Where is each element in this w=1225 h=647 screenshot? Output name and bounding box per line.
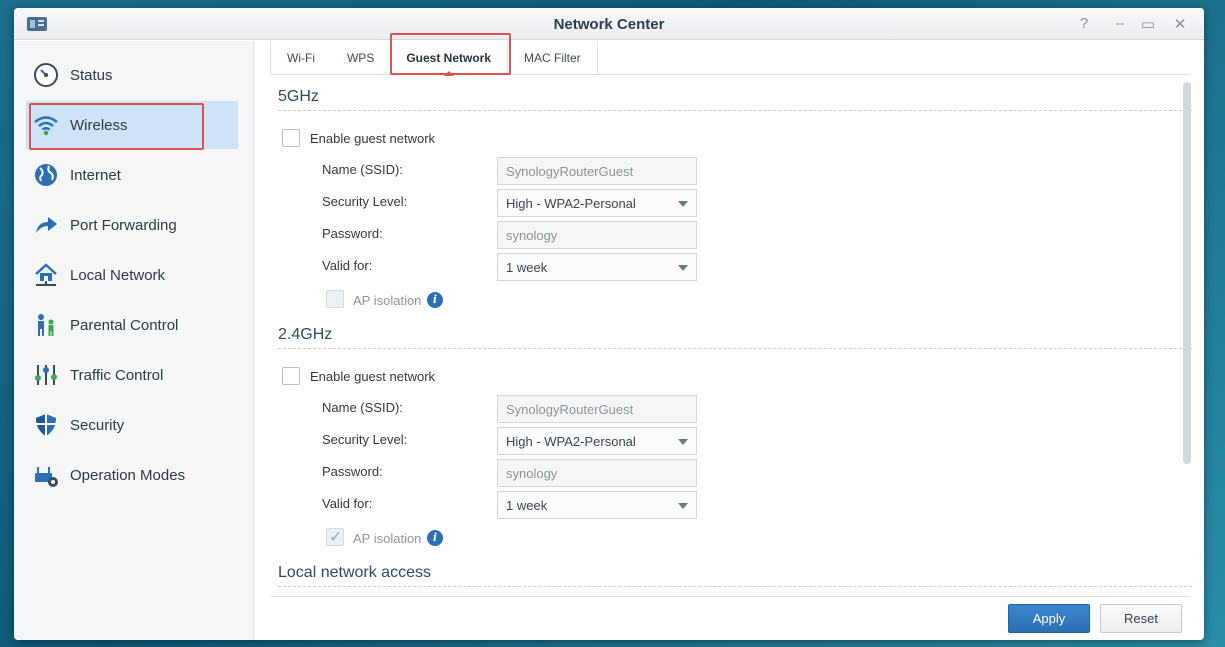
enable-guest-label-5ghz: Enable guest network [310,131,436,146]
ssid-input-5ghz[interactable]: SynologyRouterGuest [497,157,697,185]
footer-bar: Apply Reset [270,596,1190,640]
help-button[interactable]: ? [1075,15,1093,32]
shield-icon [33,412,59,438]
tab-wps[interactable]: WPS [331,41,390,75]
checkmark-icon: ✓ [329,529,343,546]
info-icon[interactable]: i [427,530,443,546]
info-icon[interactable]: i [427,292,443,308]
ap-isolation-label-24ghz: AP isolation [353,531,422,546]
content-scrollbar[interactable] [1183,82,1191,464]
title-bar: Network Center ? – ▭ ✕ [14,8,1204,40]
guest-network-panel: 5GHz Enable guest network Name (SSID): S… [270,76,1192,596]
ssid-label-5ghz: Name (SSID): [322,162,403,177]
sidebar-item-parental-control[interactable]: Parental Control [26,301,238,349]
tab-wifi[interactable]: Wi-Fi [270,41,331,75]
ap-isolation-label-5ghz: AP isolation [353,293,422,308]
family-icon [33,312,59,338]
password-input-5ghz[interactable]: synology [497,221,697,249]
close-button[interactable]: ✕ [1171,15,1189,33]
sidebar-item-traffic-control[interactable]: Traffic Control [26,351,238,399]
valid-label-24ghz: Valid for: [322,496,373,511]
gauge-icon [33,62,59,88]
network-center-window: Network Center ? – ▭ ✕ Status Wireless I… [14,8,1204,640]
sidebar-item-label: Status [70,66,113,84]
arrow-forward-icon [33,212,59,238]
sidebar-item-internet[interactable]: Internet [26,151,238,199]
reset-button[interactable]: Reset [1100,604,1182,633]
ssid-input-24ghz[interactable]: SynologyRouterGuest [497,395,697,423]
sidebar-item-label: Local Network [70,266,166,284]
security-select-24ghz[interactable]: High - WPA2-Personal [497,427,697,455]
guest-network-highlight-box [390,33,511,75]
window-title: Network Center [553,16,665,33]
security-label-24ghz: Security Level: [322,432,408,447]
valid-value-5ghz: 1 week [506,259,548,275]
sidebar-item-operation-modes[interactable]: Operation Modes [26,451,238,499]
sidebar-item-security[interactable]: Security [26,401,238,449]
sidebar: Status Wireless Internet Port Forwarding… [14,41,254,640]
maximize-button[interactable]: ▭ [1139,15,1157,33]
security-select-5ghz[interactable]: High - WPA2-Personal [497,189,697,217]
password-input-24ghz[interactable]: synology [497,459,697,487]
security-label-5ghz: Security Level: [322,194,408,209]
sidebar-item-label: Port Forwarding [70,216,177,234]
chevron-down-icon [678,439,688,445]
sidebar-item-local-network[interactable]: Local Network [26,251,238,299]
chevron-down-icon [678,201,688,207]
enable-guest-checkbox-5ghz[interactable] [282,129,300,147]
sidebar-item-label: Operation Modes [70,466,186,484]
ssid-label-24ghz: Name (SSID): [322,400,403,415]
router-gear-icon [33,462,59,488]
sliders-icon [33,362,59,388]
chevron-down-icon [678,265,688,271]
enable-guest-label-24ghz: Enable guest network [310,369,436,384]
section-title-local-network-access: Local network access [278,564,1192,587]
sidebar-item-status[interactable]: Status [26,51,238,99]
security-value-5ghz: High - WPA2-Personal [506,195,636,211]
apply-button[interactable]: Apply [1008,604,1090,633]
sidebar-item-label: Parental Control [70,316,179,334]
password-label-5ghz: Password: [322,226,383,241]
section-title-24ghz: 2.4GHz [278,326,1192,349]
chevron-down-icon [678,503,688,509]
enable-guest-checkbox-24ghz[interactable] [282,367,300,385]
sidebar-item-port-forwarding[interactable]: Port Forwarding [26,201,238,249]
valid-label-5ghz: Valid for: [322,258,373,273]
security-value-24ghz: High - WPA2-Personal [506,433,636,449]
section-title-5ghz: 5GHz [278,88,1192,111]
globe-icon [33,162,59,188]
sidebar-item-label: Traffic Control [70,366,164,384]
valid-select-5ghz[interactable]: 1 week [497,253,697,281]
valid-value-24ghz: 1 week [506,497,548,513]
sidebar-item-label: Internet [70,166,121,184]
ap-isolation-checkbox-24ghz[interactable]: ✓ [326,528,344,546]
tab-mac-filter[interactable]: MAC Filter [508,41,598,75]
password-label-24ghz: Password: [322,464,383,479]
valid-select-24ghz[interactable]: 1 week [497,491,697,519]
house-network-icon [33,262,59,288]
minimize-button[interactable]: – [1111,15,1129,32]
ap-isolation-checkbox-5ghz[interactable] [326,290,344,308]
wireless-highlight-box [29,103,204,150]
sidebar-item-label: Security [70,416,125,434]
